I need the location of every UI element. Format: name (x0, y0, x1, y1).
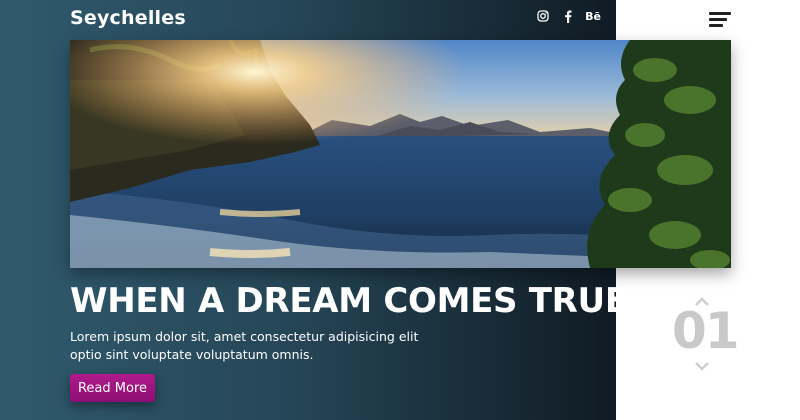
social-links: Bē (536, 9, 601, 23)
slide-navigation: 01 (672, 290, 740, 374)
read-more-button[interactable]: Read More (70, 374, 155, 402)
instagram-icon[interactable] (536, 9, 550, 23)
facebook-icon[interactable] (561, 9, 575, 23)
chevron-down-icon[interactable] (695, 356, 709, 371)
chevron-up-icon[interactable] (695, 292, 709, 306)
hero-image (70, 40, 731, 268)
hero-description: Lorem ipsum dolor sit, amet consectetur … (70, 329, 419, 362)
brand-logo[interactable]: Seychelles (70, 7, 186, 29)
hero-headline: WHEN A DREAM COMES TRUE (70, 281, 628, 321)
behance-icon[interactable]: Bē (585, 9, 601, 23)
hamburger-menu-icon[interactable] (709, 12, 731, 28)
slide-number: 01 (672, 302, 740, 360)
